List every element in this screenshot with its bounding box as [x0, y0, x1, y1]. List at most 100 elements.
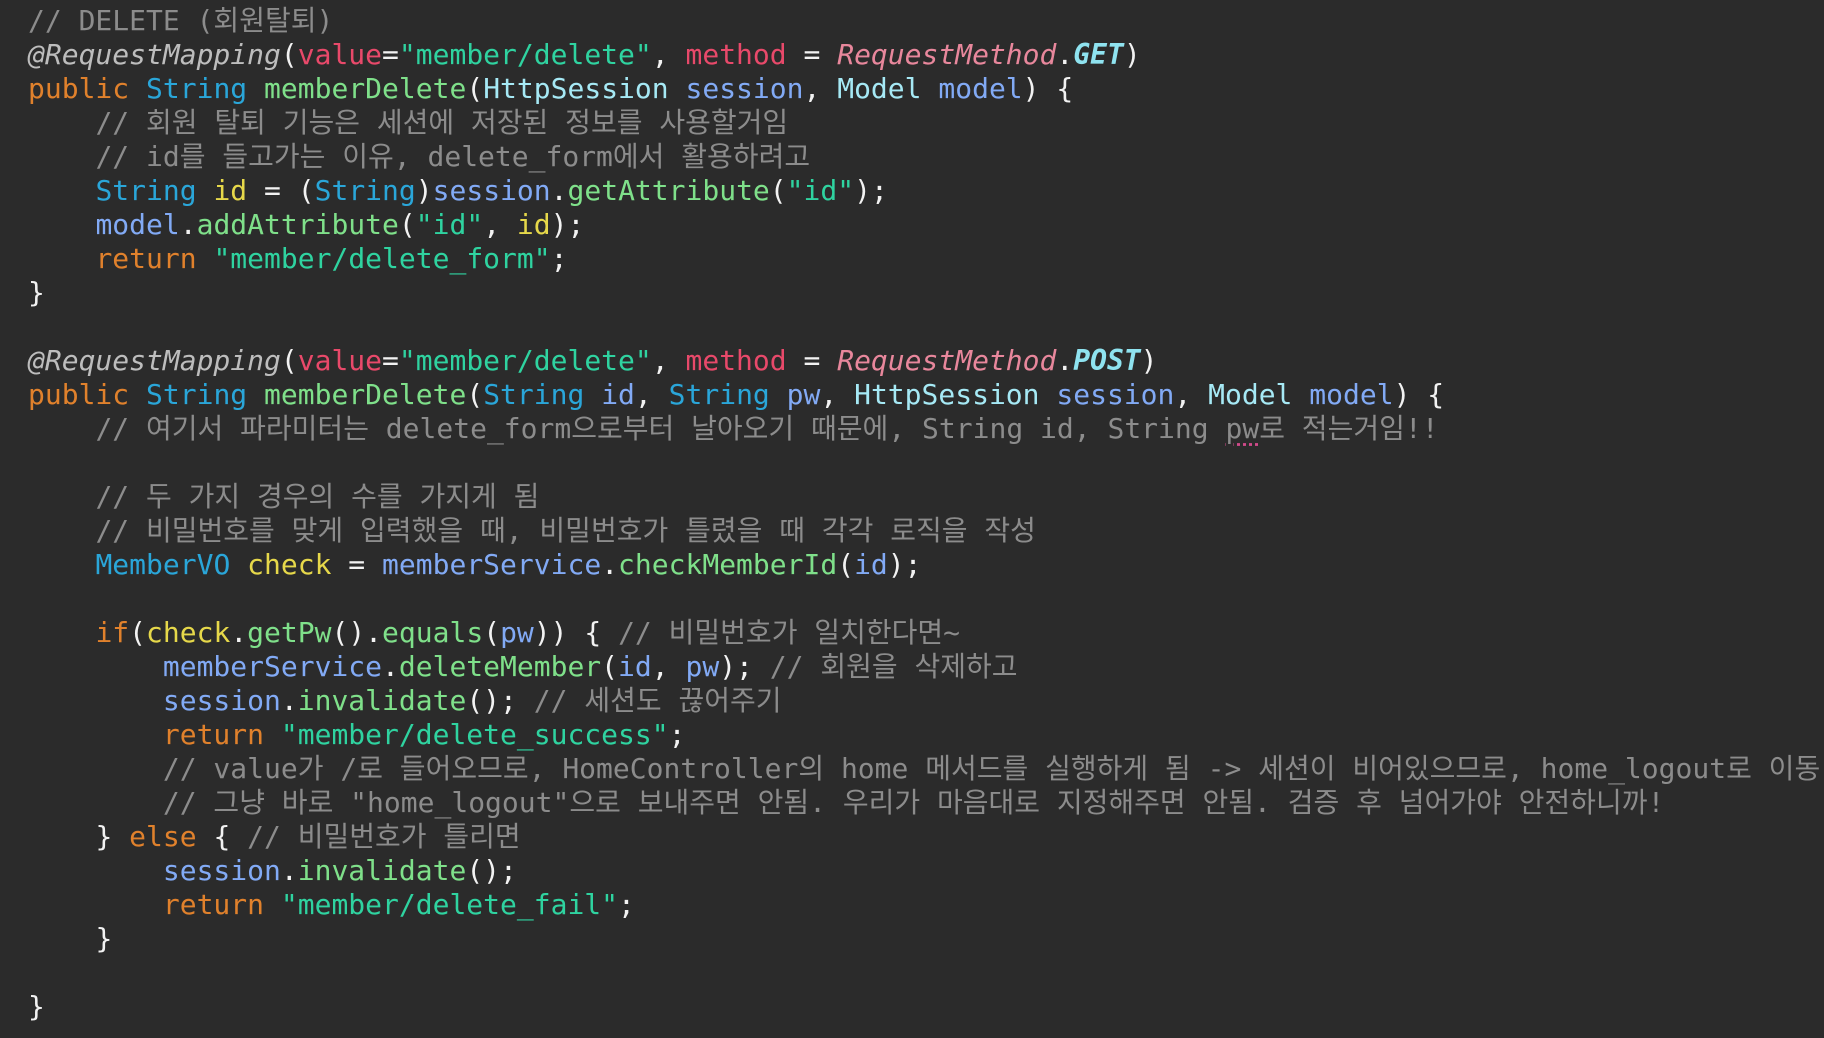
code-token-method: getPw — [247, 616, 332, 649]
code-token-type: String — [668, 378, 787, 411]
code-line[interactable] — [28, 446, 1824, 480]
code-token-punct: ( — [837, 548, 855, 581]
code-token-type: String — [95, 174, 214, 207]
code-token-punct: } — [95, 820, 130, 853]
code-token-var: pw — [500, 616, 534, 649]
code-token-attr: method — [685, 38, 787, 71]
code-token-var: id — [618, 650, 652, 683]
code-line[interactable]: @RequestMapping(value="member/delete", m… — [28, 344, 1824, 378]
code-token-method: memberDelete — [264, 72, 467, 105]
code-token-method: memberDelete — [264, 378, 467, 411]
code-line[interactable]: } — [28, 276, 1824, 310]
code-token-var: memberService — [162, 650, 383, 683]
code-token-punct: ) { — [1022, 72, 1074, 105]
code-token-punct: , — [803, 72, 838, 105]
code-token-anno: @RequestMapping — [28, 344, 281, 377]
code-token-punct: , — [483, 208, 517, 241]
code-line[interactable] — [28, 956, 1824, 990]
code-token-punct: = ( — [247, 174, 315, 207]
code-token-punct: . — [1056, 38, 1074, 71]
code-line[interactable]: public String memberDelete(String id, St… — [28, 378, 1824, 412]
code-token-string: "member/delete_success" — [280, 718, 669, 751]
code-token-var: model — [95, 208, 180, 241]
code-token-punct: , — [651, 650, 686, 683]
code-token-param: check — [146, 616, 231, 649]
code-token-keyword: return — [162, 888, 281, 921]
code-token-punct: ( — [769, 174, 787, 207]
code-line[interactable]: return "member/delete_fail"; — [28, 888, 1824, 922]
code-line[interactable]: public String memberDelete(HttpSession s… — [28, 72, 1824, 106]
code-token-comment: // id를 들고가는 이유, delete_form에서 활용하려고 — [95, 140, 811, 173]
code-token-typeLight: Model — [1208, 378, 1310, 411]
code-line[interactable]: // 회원 탈퇴 기능은 세션에 저장된 정보를 사용할거임 — [28, 106, 1824, 140]
code-token-type: String — [314, 174, 416, 207]
code-line[interactable]: MemberVO check = memberService.checkMemb… — [28, 548, 1824, 582]
code-token-enumVal: GET — [1073, 38, 1124, 71]
code-token-punct: ; — [618, 888, 635, 921]
code-token-type: String — [146, 72, 265, 105]
code-token-punct: , — [651, 38, 686, 71]
code-token-punct: ( — [466, 72, 484, 105]
code-line[interactable]: // 비밀번호를 맞게 입력했을 때, 비밀번호가 틀렸을 때 각각 로직을 작… — [28, 514, 1824, 548]
code-line[interactable]: session.invalidate(); — [28, 854, 1824, 888]
code-line[interactable]: // id를 들고가는 이유, delete_form에서 활용하려고 — [28, 140, 1824, 174]
code-token-punct: ( — [601, 650, 619, 683]
code-token-param: id — [516, 208, 551, 241]
code-token-attr: method — [685, 344, 787, 377]
code-token-keyword: public — [28, 378, 147, 411]
code-token-var: session — [162, 684, 281, 717]
code-editor[interactable]: // DELETE (회원탈퇴) @RequestMapping(value="m… — [0, 0, 1824, 1038]
code-line[interactable]: } — [28, 922, 1824, 956]
code-token-comment: // 비밀번호가 틀리면 — [247, 820, 521, 853]
code-line[interactable]: // 여기서 파라미터는 delete_form으로부터 날아오기 때문에, S… — [28, 412, 1824, 446]
code-line[interactable]: String id = (String)session.getAttribute… — [28, 174, 1824, 208]
code-token-method: getAttribute — [567, 174, 770, 207]
code-token-comment: // 비밀번호를 맞게 입력했을 때, 비밀번호가 틀렸을 때 각각 로직을 작… — [95, 514, 1036, 547]
code-line[interactable] — [28, 310, 1824, 344]
code-line[interactable]: memberService.deleteMember(id, pw); // 회… — [28, 650, 1824, 684]
code-line[interactable]: return "member/delete_success"; — [28, 718, 1824, 752]
code-token-string: "member/delete" — [398, 344, 652, 377]
code-token-anno: @RequestMapping — [28, 38, 281, 71]
code-line[interactable]: // DELETE (회원탈퇴) — [28, 4, 1824, 38]
code-token-param: id — [213, 174, 248, 207]
code-line[interactable]: } — [28, 990, 1824, 1024]
code-token-enumCls: RequestMethod — [837, 344, 1057, 377]
code-token-var: session — [685, 72, 804, 105]
code-token-punct: . — [179, 208, 197, 241]
code-line[interactable]: model.addAttribute("id", id); — [28, 208, 1824, 242]
code-token-punct: (); — [466, 684, 534, 717]
code-line[interactable]: // 두 가지 경우의 수를 가지게 됨 — [28, 480, 1824, 514]
code-token-punct: = — [786, 38, 838, 71]
code-token-enumCls: RequestMethod — [837, 38, 1057, 71]
code-token-punct: . — [280, 684, 298, 717]
code-token-punct: . — [1056, 344, 1074, 377]
code-token-comment: // 회원을 삭제하고 — [769, 650, 1018, 683]
code-line[interactable]: } else { // 비밀번호가 틀리면 — [28, 820, 1824, 854]
code-line[interactable]: @RequestMapping(value="member/delete", m… — [28, 38, 1824, 72]
code-line[interactable]: if(check.getPw().equals(pw)) { // 비밀번호가 … — [28, 616, 1824, 650]
code-token-punct: = — [382, 344, 399, 377]
code-token-punct: , — [820, 378, 855, 411]
code-token-punct: = — [786, 344, 838, 377]
code-token-attr: value — [297, 344, 383, 377]
code-token-var: id — [601, 378, 635, 411]
code-line[interactable]: // 그냥 바로 "home_logout"으로 보내주면 안됨. 우리가 마음… — [28, 786, 1824, 820]
code-token-var: session — [432, 174, 551, 207]
code-token-punct: . — [550, 174, 568, 207]
code-line[interactable]: return "member/delete_form"; — [28, 242, 1824, 276]
code-line[interactable] — [28, 582, 1824, 616]
code-token-typeLight: HttpSession — [483, 72, 686, 105]
code-line[interactable]: // value가 /로 들어오므로, HomeController의 home… — [28, 752, 1824, 786]
code-line[interactable]: session.invalidate(); // 세션도 끊어주기 — [28, 684, 1824, 718]
code-token-comment: // 그냥 바로 "home_logout"으로 보내주면 안됨. 우리가 마음… — [162, 786, 1665, 819]
code-token-punct: (). — [331, 616, 383, 649]
code-token-method: checkMemberId — [618, 548, 838, 581]
code-token-punct: ( — [483, 616, 501, 649]
